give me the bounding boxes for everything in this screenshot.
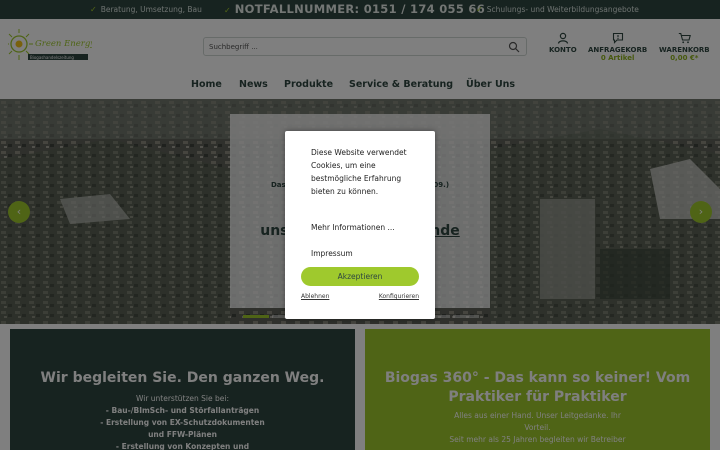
cookie-consent-dialog: Diese Website verwendet Cookies, um eine… — [285, 131, 435, 319]
cookie-decline-link[interactable]: Ablehnen — [301, 293, 329, 300]
cookie-accept-button[interactable]: Akzeptieren — [301, 267, 419, 286]
cookie-configure-link[interactable]: Konfigurieren — [379, 293, 419, 300]
cookie-message: Diese Website verwendet Cookies, um eine… — [311, 148, 407, 196]
cookie-imprint-link[interactable]: Impressum — [311, 249, 353, 258]
cookie-more-info-link[interactable]: Mehr Informationen ... — [311, 223, 395, 232]
